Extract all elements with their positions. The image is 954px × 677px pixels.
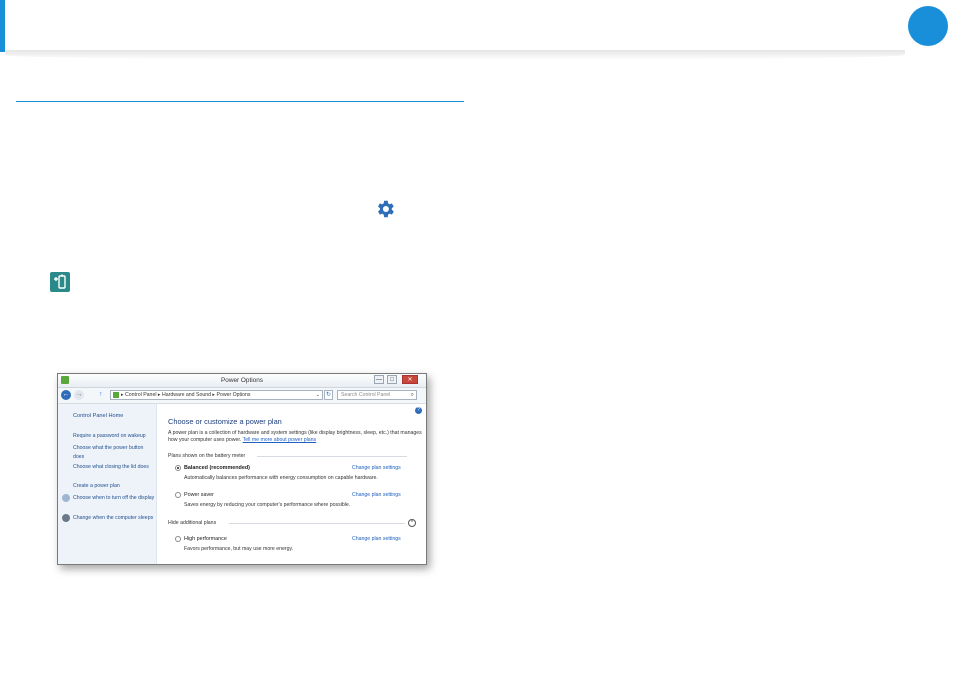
group-divider [257,456,407,457]
sidebar: Control Panel Home Require a password on… [58,404,157,564]
header-shadow [5,50,905,60]
search-input[interactable]: Search Control Panel ⌕ [337,390,417,400]
refresh-button[interactable]: ↻ [324,390,333,400]
close-button[interactable]: ✕ [402,375,418,384]
sidebar-link-closing-lid[interactable]: Choose what closing the lid does [73,463,155,472]
group-divider [229,523,405,524]
power-options-window: Power Options — □ ✕ ← → ↑ ▸ Control Pane… [57,373,427,565]
display-icon [62,494,70,502]
page-number-badge [908,6,948,46]
sidebar-link-require-password[interactable]: Require a password on wakeup [73,432,155,441]
sidebar-link-computer-sleeps[interactable]: Change when the computer sleeps [73,514,155,523]
header-accent-bar [0,0,5,52]
up-button[interactable]: ↑ [99,391,103,398]
search-placeholder: Search Control Panel [341,392,391,398]
radio-power-saver[interactable] [175,492,181,498]
plan-name-high-performance[interactable]: High performance [184,536,227,542]
plan-desc-balanced: Automatically balances performance with … [184,475,378,481]
address-path-text: ▸ Control Panel ▸ Hardware and Sound ▸ P… [121,392,251,398]
forward-button[interactable]: → [74,390,84,400]
group-battery-meter-label: Plans shown on the battery meter [168,453,246,459]
address-path[interactable]: ▸ Control Panel ▸ Hardware and Sound ▸ P… [110,390,323,400]
plan-name-balanced[interactable]: Balanced (recommended) [184,465,250,471]
plan-desc-high-performance: Favors performance, but may use more ene… [184,546,294,552]
chevron-down-icon[interactable]: ⌄ [316,391,320,400]
main-content: ? Choose or customize a power plan A pow… [157,404,426,564]
plan-desc-power-saver: Saves energy by reducing your computer's… [184,502,351,508]
plan-name-power-saver[interactable]: Power saver [184,492,214,498]
battery-settings-icon [50,272,70,292]
gear-icon [378,200,394,218]
window-title: Power Options [221,377,263,384]
sidebar-control-panel-home[interactable]: Control Panel Home [73,413,123,419]
radio-high-performance[interactable] [175,536,181,542]
search-icon[interactable]: ⌕ [411,391,414,400]
change-plan-settings-high-performance[interactable]: Change plan settings [352,536,401,542]
learn-more-link[interactable]: Tell me more about power plans [243,437,317,443]
change-plan-settings-balanced[interactable]: Change plan settings [352,465,401,471]
page-heading: Choose or customize a power plan [168,417,282,426]
section-divider [16,101,464,102]
minimize-button[interactable]: — [374,375,384,384]
page-description: A power plan is a collection of hardware… [168,430,423,445]
help-icon[interactable]: ? [415,407,422,414]
sidebar-link-turn-off-display[interactable]: Choose when to turn off the display [73,494,155,503]
group-hidden-plans-label: Hide additional plans [168,520,217,526]
radio-balanced[interactable] [175,465,181,471]
back-button[interactable]: ← [61,390,71,400]
sidebar-link-create-plan[interactable]: Create a power plan [73,482,155,491]
maximize-button[interactable]: □ [387,375,397,384]
sidebar-link-power-button[interactable]: Choose what the power button does [73,444,155,461]
address-toolbar: ← → ↑ ▸ Control Panel ▸ Hardware and Sou… [58,388,426,404]
window-titlebar: Power Options — □ ✕ [58,374,426,388]
change-plan-settings-power-saver[interactable]: Change plan settings [352,492,401,498]
sleep-icon [62,514,70,522]
collapse-icon[interactable]: ^ [408,519,416,527]
control-panel-icon [113,392,119,398]
